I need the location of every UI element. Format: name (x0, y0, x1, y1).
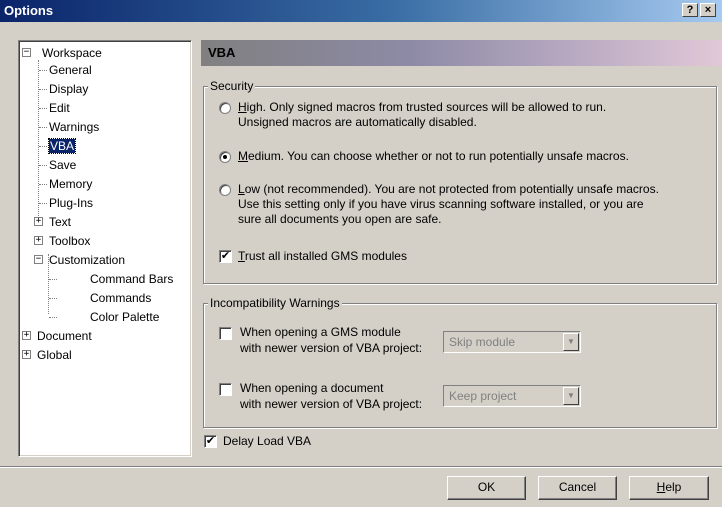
tree-item-command-bars[interactable]: Command Bars (90, 271, 173, 287)
close-title-button[interactable]: × (700, 3, 716, 17)
tree-item-vba[interactable]: VBA (47, 138, 77, 154)
low-label[interactable]: Low (not recommended). You are not prote… (238, 182, 659, 197)
tree-label: Workspace (42, 46, 102, 60)
medium-label[interactable]: Medium. You can choose whether or not to… (238, 149, 629, 164)
tree-connector (39, 108, 47, 109)
footer-separator (0, 466, 722, 468)
title-bar: Options ? × (0, 0, 722, 22)
high-label[interactable]: High. Only signed macros from trusted so… (238, 100, 606, 115)
low-radio[interactable] (219, 184, 231, 196)
dropdown-arrow-icon[interactable]: ▼ (563, 333, 579, 351)
tree-connector (49, 298, 57, 299)
tree-item-general[interactable]: General (49, 62, 92, 78)
tree-connector (39, 165, 47, 166)
expand-icon[interactable]: + (34, 217, 43, 226)
tree-item-save[interactable]: Save (49, 157, 76, 173)
tree-label: Global (37, 348, 72, 362)
expand-icon[interactable]: + (34, 236, 43, 245)
trust-gms-checkbox[interactable]: ✔ (219, 250, 232, 263)
medium-radio[interactable] (219, 151, 231, 163)
options-tree[interactable]: − Workspace General Display Edit Warning… (18, 40, 192, 457)
tree-label: Customization (49, 253, 126, 267)
tree-connector (39, 146, 47, 147)
low-description-line: Use this setting only if you have virus … (238, 197, 644, 211)
tree-item-memory[interactable]: Memory (49, 176, 92, 192)
expand-icon[interactable]: + (22, 350, 31, 359)
collapse-icon[interactable]: − (22, 48, 31, 57)
trust-gms-label[interactable]: Trust all installed GMS modules (238, 249, 407, 264)
tree-connector (39, 70, 47, 71)
tree-label: Document (37, 329, 92, 343)
gms-module-label[interactable]: When opening a GMS module (240, 325, 401, 340)
select-value: Keep project (449, 389, 517, 403)
high-description: Unsigned macros are automatically disabl… (238, 115, 477, 129)
tree-connector (39, 89, 47, 90)
gms-module-select[interactable]: Skip module ▼ (443, 331, 581, 353)
tree-item-color-palette[interactable]: Color Palette (90, 309, 159, 325)
incompat-group: Incompatibility Warnings When opening a … (203, 296, 717, 428)
document-checkbox[interactable] (219, 383, 232, 396)
high-radio[interactable] (219, 102, 231, 114)
tree-item-plugins[interactable]: Plug-Ins (49, 195, 93, 211)
tree-connector (38, 60, 39, 218)
tree-item-display[interactable]: Display (49, 81, 88, 97)
help-button[interactable]: Help (629, 476, 709, 500)
tree-label-selected: VBA (47, 138, 77, 154)
expand-icon[interactable]: + (22, 331, 31, 340)
collapse-icon[interactable]: − (34, 255, 43, 264)
tree-label: Toolbox (49, 234, 91, 248)
tree-item-commands[interactable]: Commands (90, 290, 151, 306)
tree-connector (39, 203, 47, 204)
document-label[interactable]: When opening a document (240, 381, 383, 396)
panel-title: VBA (201, 40, 722, 66)
gms-module-checkbox[interactable] (219, 327, 232, 340)
delay-load-checkbox[interactable]: ✔ (204, 435, 217, 448)
window-title: Options (4, 3, 54, 18)
document-label-2: with newer version of VBA project: (240, 397, 423, 411)
tree-connector (39, 127, 47, 128)
incompat-legend: Incompatibility Warnings (208, 296, 342, 310)
select-value: Skip module (449, 335, 516, 349)
tree-connector (49, 317, 57, 318)
document-select[interactable]: Keep project ▼ (443, 385, 581, 407)
tree-connector (49, 279, 57, 280)
ok-button[interactable]: OK (447, 476, 526, 500)
tree-connector (39, 184, 47, 185)
dropdown-arrow-icon[interactable]: ▼ (563, 387, 579, 405)
gms-module-label-2: with newer version of VBA project: (240, 341, 423, 355)
low-description-line: sure all documents you open are safe. (238, 212, 442, 226)
tree-item-edit[interactable]: Edit (49, 100, 70, 116)
security-group: Security High. Only signed macros from t… (203, 79, 717, 284)
help-title-button[interactable]: ? (682, 3, 698, 17)
cancel-button[interactable]: Cancel (538, 476, 617, 500)
tree-item-warnings[interactable]: Warnings (49, 119, 99, 135)
tree-label: Text (49, 215, 72, 229)
security-legend: Security (208, 79, 256, 93)
delay-load-label[interactable]: Delay Load VBA (223, 434, 311, 449)
